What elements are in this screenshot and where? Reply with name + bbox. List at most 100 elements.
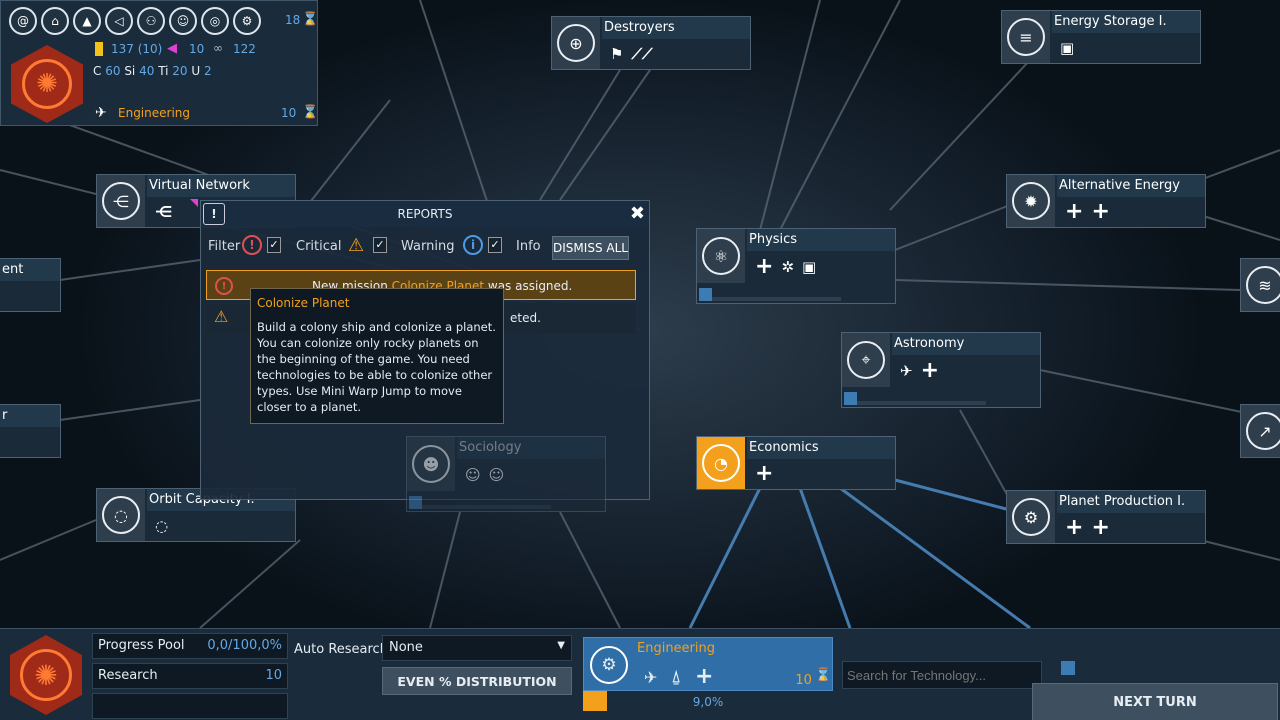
- rocket-icon[interactable]: ▲: [73, 7, 101, 35]
- handshake-icon[interactable]: ⚇: [137, 7, 165, 35]
- current-tech-card[interactable]: ⚙ Engineering ✈ ⍙ + 10: [583, 637, 833, 691]
- hourglass-icon: [302, 12, 318, 28]
- empty-row: [92, 693, 288, 719]
- hourglass-icon: [815, 668, 831, 684]
- filter-label: Filter: [208, 239, 241, 254]
- building-icon: ▣: [802, 258, 817, 276]
- warning-icon: ⚠: [214, 307, 229, 326]
- influence-icon: ◀: [167, 41, 177, 56]
- tech-node-left-edge-2[interactable]: r: [0, 404, 61, 458]
- plus-icon: +: [1065, 515, 1084, 540]
- credits-value: 137 (10): [111, 42, 163, 56]
- wave-icon: ≋: [1246, 266, 1280, 304]
- probe-icon: ✈: [900, 362, 913, 380]
- resources-row: C 60 Si 40 Ti 20 U 2: [93, 64, 212, 78]
- progress-pool-row: Progress Pool 0,0/100,0%: [92, 633, 288, 659]
- tech-node-left-edge-1[interactable]: ent: [0, 258, 61, 312]
- reports-header: ! REPORTS ✖: [201, 201, 649, 227]
- plus-icon: +: [755, 254, 774, 279]
- info-icon: i: [463, 235, 483, 255]
- progress-marker: [699, 288, 712, 301]
- government-icon[interactable]: ⌂: [41, 7, 69, 35]
- tech-node-right-edge-2[interactable]: ↗: [1240, 404, 1280, 458]
- research-row: Research 10: [92, 663, 288, 689]
- orbit-icon: ◌: [102, 496, 140, 534]
- current-tech-turns: 10: [795, 668, 831, 688]
- empire-status-panel: @ ⌂ ▲ ◁ ⚇ ☺ ◎ ⚙ 18 ✺ 137 (10) ◀ 10 ∞ 122…: [0, 0, 318, 126]
- close-icon[interactable]: ✖: [630, 203, 645, 224]
- tech-node-right-edge-1[interactable]: ≋: [1240, 258, 1280, 312]
- report-message-tail: eted.: [510, 311, 541, 325]
- warning-label: Warning: [401, 239, 455, 254]
- people-icon[interactable]: ☺: [169, 7, 197, 35]
- tech-node-alternative-energy[interactable]: ✹ Alternative Energy + +: [1006, 174, 1206, 228]
- destroyer-icon: ⊕: [557, 24, 595, 62]
- gear-icon[interactable]: ⚙: [233, 7, 261, 35]
- tech-search-input[interactable]: [842, 661, 1042, 689]
- auto-research-label: Auto Research: [294, 642, 388, 657]
- sun-energy-icon: ✹: [1012, 182, 1050, 220]
- sparkle-icon: ✲: [781, 258, 795, 276]
- plus-icon: +: [695, 664, 714, 689]
- influence-value: 10: [189, 42, 205, 56]
- next-turn-button[interactable]: NEXT TURN: [1032, 683, 1278, 720]
- galaxy-icon[interactable]: @: [9, 7, 37, 35]
- tech-node-destroyers[interactable]: ⊕ Destroyers ⚑ ⟋⟋: [551, 16, 751, 70]
- tech-node-astronomy[interactable]: ⌖ Astronomy ✈ +: [841, 332, 1041, 408]
- auto-research-select[interactable]: None ▼: [382, 635, 572, 661]
- even-distribution-button[interactable]: EVEN % DISTRIBUTION: [382, 667, 572, 695]
- face-icon: ☺: [488, 466, 505, 484]
- current-tech-progress: 9,0%: [583, 691, 833, 713]
- warning-icon: ⚠: [348, 235, 365, 256]
- weapon-icon: ⟋⟋: [631, 45, 653, 63]
- progress-track: [711, 297, 841, 301]
- sun-icon: ✺: [20, 649, 72, 701]
- resource-u: 2: [204, 64, 212, 78]
- new-marker: [190, 199, 198, 207]
- progress-percent: 9,0%: [692, 695, 724, 709]
- tooltip-body: Build a colony ship and colonize a plane…: [257, 320, 496, 414]
- atom-icon: ⚛: [702, 237, 740, 275]
- bottom-research-bar: ✺ Progress Pool 0,0/100,0% Research 10 A…: [0, 628, 1280, 720]
- critical-checkbox[interactable]: ✓: [267, 237, 281, 253]
- rocket-icon: ⍙: [671, 667, 682, 686]
- compass-icon: ↗: [1246, 412, 1280, 450]
- share-icon: ⋲: [155, 203, 173, 221]
- empire-emblem[interactable]: ✺: [10, 635, 82, 715]
- critical-icon: !: [215, 277, 233, 295]
- tech-node-energy-storage[interactable]: ≡ Energy Storage I. ▣: [1001, 10, 1201, 64]
- tooltip-colonize-planet: Colonize Planet Build a colony ship and …: [250, 288, 504, 424]
- gear-planet-icon: ⚙: [1012, 498, 1050, 536]
- resource-ti: 20: [172, 64, 188, 78]
- tech-node-planet-production[interactable]: ⚙ Planet Production I. + +: [1006, 490, 1206, 544]
- people-group-icon: ☻: [412, 445, 450, 483]
- turn-counter: 18: [285, 13, 301, 27]
- ship-icon: ⚑: [610, 45, 624, 63]
- resource-c: 60: [105, 64, 121, 78]
- tech-node-physics[interactable]: ⚛ Physics + ✲ ▣: [696, 228, 896, 304]
- people-icon: ☺: [465, 466, 481, 484]
- pie-chart-icon: ◔: [702, 444, 740, 482]
- search-toggle-button[interactable]: [1061, 661, 1075, 675]
- current-tech-name: Engineering: [637, 641, 715, 656]
- megaphone-icon[interactable]: ◁: [105, 7, 133, 35]
- tech-node-economics[interactable]: ◔ Economics +: [696, 436, 896, 490]
- dismiss-all-button[interactable]: DISMISS ALL: [552, 236, 629, 260]
- empire-emblem[interactable]: ✺: [11, 45, 83, 123]
- plus-icon: +: [1091, 515, 1110, 540]
- research-value: 10: [265, 668, 282, 683]
- target-icon[interactable]: ◎: [201, 7, 229, 35]
- orbit-small-icon: ◌: [155, 517, 169, 535]
- tooltip-title: Colonize Planet: [257, 296, 350, 310]
- warning-checkbox[interactable]: ✓: [373, 237, 387, 253]
- chevron-down-icon: ▼: [557, 640, 565, 651]
- tech-node-sociology[interactable]: ☻ Sociology ☺ ☺: [406, 436, 606, 512]
- critical-label: Critical: [296, 239, 342, 254]
- info-checkbox[interactable]: ✓: [488, 237, 502, 253]
- progress-pool-label: Progress Pool: [98, 638, 185, 653]
- building-icon: ▣: [1060, 39, 1075, 57]
- current-research-name[interactable]: Engineering: [118, 106, 190, 120]
- current-research-turns: 10: [281, 106, 297, 120]
- resource-si: 40: [139, 64, 155, 78]
- research-points-value: 122: [233, 42, 256, 56]
